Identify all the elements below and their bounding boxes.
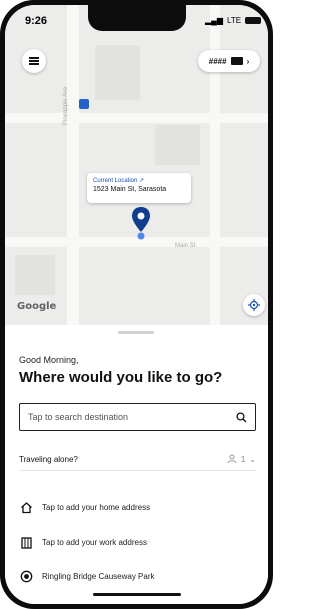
hamburger-icon [29,57,39,65]
chevron-right-icon: › [246,56,250,66]
sheet-handle[interactable] [118,331,154,334]
home-indicator[interactable] [93,593,181,596]
work-address-label: Tap to add your work address [42,537,147,547]
current-location-address: 1523 Main St, Sarasota [93,186,167,193]
current-location-title: Current Location ↗ [93,178,145,184]
phone-frame: Pineapple Ave Main St 9:26 ▂▄▆ LTE #### [0,0,273,609]
passenger-selector[interactable]: 1 ⌄ [227,454,256,464]
person-icon [227,454,237,464]
destination-search-input[interactable]: Tap to search destination [19,403,256,431]
home-icon [19,500,33,514]
map-road [67,5,79,325]
payment-account-button[interactable]: #### › [198,50,260,72]
network-label: LTE [226,16,242,25]
crosshair-icon [248,299,260,311]
home-address-item[interactable]: Tap to add your home address [19,498,256,516]
chevron-down-icon: ⌄ [249,454,256,464]
greeting-text: Good Morning, [19,355,79,365]
status-bar: 9:26 ▂▄▆ LTE [5,5,268,35]
work-address-item[interactable]: Tap to add your work address [19,533,256,551]
recenter-button[interactable] [243,294,265,316]
street-label: Main St [175,243,196,249]
clock: 9:26 [25,15,48,27]
account-mask: #### [208,56,227,66]
map-block [95,45,140,100]
building-icon [19,535,33,549]
signal-icon: ▂▄▆ [205,16,223,25]
map-view[interactable]: Pineapple Ave Main St 9:26 ▂▄▆ LTE #### [5,5,268,325]
divider [19,470,256,471]
card-icon [230,57,243,65]
bottom-sheet: Good Morning, Where would you like to go… [5,325,268,604]
saved-place-item[interactable]: Ringling Bridge Causeway Park [19,567,256,585]
search-icon [236,411,247,422]
sheet-headline: Where would you like to go? [19,369,223,386]
map-block [15,255,55,295]
status-icons: ▂▄▆ LTE [205,16,262,25]
place-radio-icon [19,569,33,583]
google-logo: Google [17,301,57,312]
home-address-label: Tap to add your home address [42,502,151,512]
traveling-label: Traveling alone? [19,454,78,464]
passenger-count: 1 [240,454,246,464]
battery-icon [245,17,262,24]
saved-place-label: Ringling Bridge Causeway Park [42,571,155,581]
street-label: Pineapple Ave [63,86,69,125]
traveling-row: Traveling alone? 1 ⌄ [19,454,256,464]
menu-button[interactable] [22,49,46,73]
current-location-bubble[interactable]: Current Location ↗ 1523 Main St, Sarasot… [87,173,191,203]
location-pin-icon [132,207,150,240]
device-notch [88,5,186,31]
search-placeholder: Tap to search destination [28,412,129,422]
app-screen: Pineapple Ave Main St 9:26 ▂▄▆ LTE #### [5,5,268,604]
map-block [155,125,200,165]
transit-stop-icon[interactable] [79,99,89,109]
map-road [5,113,268,123]
